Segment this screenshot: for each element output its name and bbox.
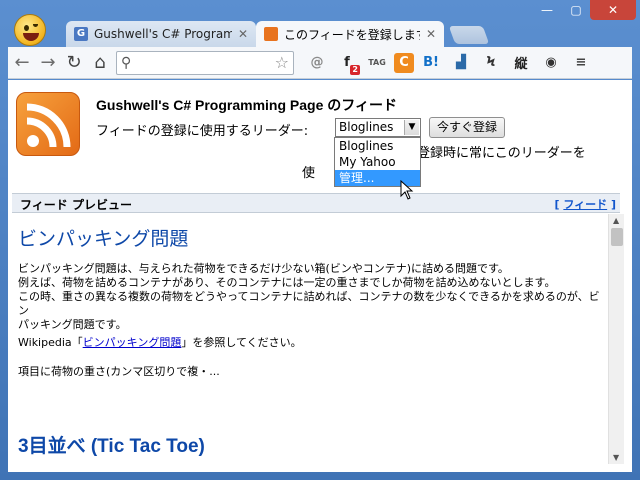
facebook-icon[interactable]: f2 [334, 51, 360, 75]
mouse-cursor-icon [400, 179, 414, 204]
google-favicon-icon: G [74, 27, 88, 41]
wikipedia-link[interactable]: ビンパッキング問題 [83, 336, 182, 349]
reader-select[interactable]: Bloglines ▼ [335, 118, 421, 137]
always-use-reader-text: 登録時に常にこのリーダーを [417, 146, 586, 161]
rss-favicon-icon [264, 27, 278, 41]
entry-snippet: 項目に荷物の重さ(カンマ区切りで複・... [18, 365, 220, 378]
back-button[interactable]: ← [10, 51, 34, 75]
summary-line: この時、重さの異なる複数の荷物をどうやってコンテナに詰めれば、コンテナの数を少な… [18, 290, 600, 317]
pen-icon[interactable]: Ϟ [478, 51, 504, 75]
reader-option-my-yahoo[interactable]: My Yahoo [335, 154, 420, 170]
feed-link-wrapper: [ フィード ] [555, 196, 617, 212]
hatena-bookmark-icon[interactable]: B! [418, 51, 444, 75]
summary-line: パッキング問題です。 [18, 318, 127, 331]
subscribe-now-button[interactable]: 今すぐ登録 [429, 117, 505, 138]
address-bar[interactable]: ⚲ ☆ [116, 50, 294, 75]
preview-title: フィード プレビュー [20, 198, 132, 212]
feed-entries: ビンパッキング問題 ビンパッキング問題は、与えられた荷物をできるだけ少ない箱(ビ… [12, 214, 608, 472]
always-use-reader-text-partial: 使 [302, 166, 316, 181]
wikipedia-reference: Wikipedia「ビンパッキング問題」を参照してください。 [18, 336, 606, 350]
tab-gushwell[interactable]: G Gushwell's C# Program ✕ [66, 21, 256, 47]
close-window-button[interactable]: ✕ [590, 0, 636, 20]
summary-line: 例えば、荷物を詰めるコンテナがあり、そのコンテナには一定の重さまでしか荷物を詰め… [18, 276, 556, 289]
chart-icon[interactable]: ▟ [448, 51, 474, 75]
feed-link[interactable]: フィード [563, 198, 607, 211]
camera-icon[interactable]: ◉ [538, 51, 564, 75]
facebook-glyph: f [344, 55, 350, 70]
browser-window: G Gushwell's C# Program ✕ このフィードを登録します ✕… [0, 0, 640, 480]
entry-title[interactable]: 3目並べ (Tic Tac Toe) [18, 431, 205, 458]
c-icon[interactable]: C [394, 52, 414, 73]
summary-line: ビンパッキング問題は、与えられた荷物をできるだけ少ない箱(ビンやコンテナ)に詰め… [18, 262, 509, 275]
entry-summary: ビンパッキング問題は、与えられた荷物をできるだけ少ない箱(ビンやコンテナ)に詰め… [18, 262, 606, 332]
home-button[interactable]: ⌂ [88, 51, 112, 75]
selected-reader: Bloglines [339, 120, 394, 134]
tag-icon[interactable]: TAG [364, 51, 390, 75]
browser-toolbar: ← → ↻ ⌂ ⚲ ☆ @ f 2 TAG C B! ▟ Ϟ 縦 ◉ ≡ [8, 47, 632, 79]
reader-label: フィードの登録に使用するリーダー: [96, 124, 309, 139]
bookmark-star-icon[interactable]: ☆ [275, 53, 289, 72]
bracket-close: ] [607, 198, 616, 211]
feed-title: Gushwell's C# Programming Page のフィード [96, 97, 397, 113]
vertical-scrollbar[interactable]: ▲ ▼ [608, 214, 624, 464]
new-tab-button[interactable] [448, 26, 490, 44]
scroll-down-icon[interactable]: ▼ [613, 453, 619, 462]
notification-badge: 2 [350, 64, 360, 75]
close-tab-icon[interactable]: ✕ [238, 27, 248, 41]
reader-option-bloglines[interactable]: Bloglines [335, 138, 420, 154]
profile-avatar-icon[interactable] [14, 14, 46, 46]
close-tab-icon[interactable]: ✕ [426, 27, 436, 41]
tab-feed-subscribe[interactable]: このフィードを登録します ✕ [256, 21, 444, 47]
at-icon[interactable]: @ [304, 51, 330, 75]
search-icon: ⚲ [121, 54, 132, 71]
wiki-suffix: 」を参照してください。 [181, 336, 302, 349]
tab-label: Gushwell's C# Program [94, 27, 232, 41]
menu-icon[interactable]: ≡ [568, 51, 594, 75]
preview-header: フィード プレビュー [ フィード ] [12, 193, 620, 213]
reload-button[interactable]: ↻ [62, 51, 86, 75]
maximize-button[interactable]: ▢ [562, 0, 590, 20]
vertical-text-icon[interactable]: 縦 [508, 51, 534, 75]
feed-page: Gushwell's C# Programming Page のフィード フィー… [8, 80, 632, 472]
forward-button[interactable]: → [36, 51, 60, 75]
chevron-down-icon: ▼ [404, 120, 419, 135]
scroll-up-icon[interactable]: ▲ [613, 216, 619, 225]
rss-feed-logo-icon [16, 92, 80, 156]
wiki-prefix: Wikipedia「 [18, 336, 83, 349]
scroll-thumb[interactable] [611, 228, 623, 246]
tab-label: このフィードを登録します [284, 27, 420, 42]
entry-title[interactable]: ビンパッキング問題 [18, 224, 188, 251]
minimize-button[interactable]: — [532, 0, 562, 20]
